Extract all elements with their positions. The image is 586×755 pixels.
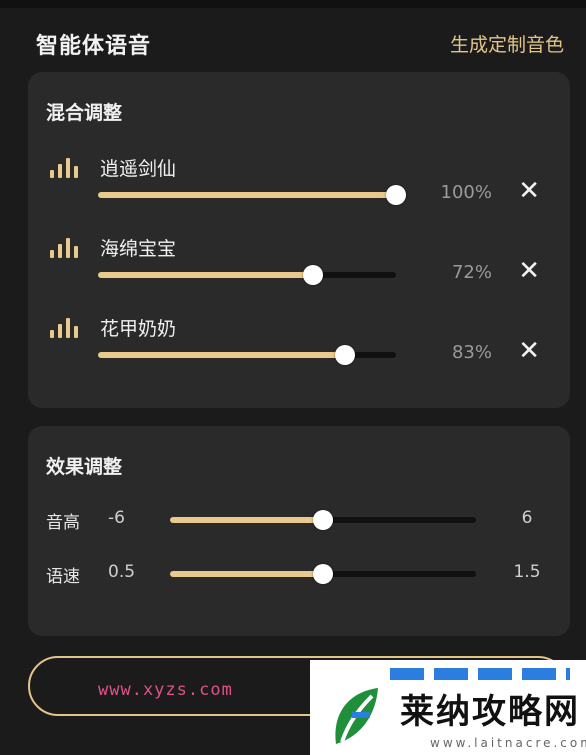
pitch-min-label: -6 [108,508,125,528]
voice-weight-percent: 83% [451,342,492,363]
pitch-slider[interactable] [170,510,476,530]
pitch-max-label: 6 [521,508,533,528]
slider-fill [98,192,396,198]
logo-stripe [390,668,570,680]
voice-row: 海绵宝宝 72% ✕ [28,234,570,304]
waveform-icon [50,318,80,338]
logo-leaf-icon [335,688,378,744]
effect-adjust-card: 效果调整 音高 -6 6 语速 0.5 1.5 [28,426,570,636]
remove-voice-button[interactable]: ✕ [518,258,540,284]
voice-row: 花甲奶奶 83% ✕ [28,314,570,384]
slider-knob[interactable] [302,265,323,285]
slider-knob[interactable] [386,185,406,205]
speed-slider[interactable] [170,564,476,584]
slider-knob[interactable] [335,345,356,365]
speed-row: 语速 0.5 1.5 [28,562,570,592]
logo-url: www.laitnacre.com [430,736,586,750]
slider-fill [170,571,323,577]
slider-fill [98,352,346,358]
speed-min-label: 0.5 [108,562,136,582]
voice-weight-percent: 100% [440,182,492,203]
watermark-logo: 莱纳攻略网 www.laitnacre.com [310,660,586,755]
waveform-icon [50,238,80,258]
voice-weight-slider[interactable] [98,185,406,205]
voice-row: 逍遥剑仙 100% ✕ [28,154,570,224]
slider-knob[interactable] [313,564,333,584]
mix-adjust-card: 混合调整 逍遥剑仙 100% ✕ 海绵宝宝 72% ✕ 花甲奶奶 83% ✕ [28,72,570,408]
pitch-label: 音高 [46,513,80,533]
speed-label: 语速 [46,567,80,587]
effect-adjust-title: 效果调整 [46,456,123,478]
page-title: 智能体语音 [36,34,152,59]
remove-voice-button[interactable]: ✕ [518,338,540,364]
header: 智能体语音 生成定制音色 [0,18,586,68]
logo-name: 莱纳攻略网 [400,692,580,732]
voice-name: 花甲奶奶 [100,318,177,340]
top-strip [0,0,586,8]
voice-weight-slider[interactable] [98,265,396,285]
watermark-url: www.xyzs.com [98,680,233,700]
slider-fill [170,517,323,523]
speed-max-label: 1.5 [513,562,541,582]
pitch-row: 音高 -6 6 [28,508,570,538]
voice-name: 逍遥剑仙 [100,158,177,180]
mix-adjust-title: 混合调整 [46,102,123,124]
waveform-icon [50,158,80,178]
remove-voice-button[interactable]: ✕ [518,178,540,204]
slider-knob[interactable] [313,510,333,530]
generate-custom-voice-link[interactable]: 生成定制音色 [450,30,564,57]
voice-name: 海绵宝宝 [100,238,177,260]
slider-fill [98,272,313,278]
voice-weight-percent: 72% [451,262,492,283]
voice-weight-slider[interactable] [98,345,396,365]
